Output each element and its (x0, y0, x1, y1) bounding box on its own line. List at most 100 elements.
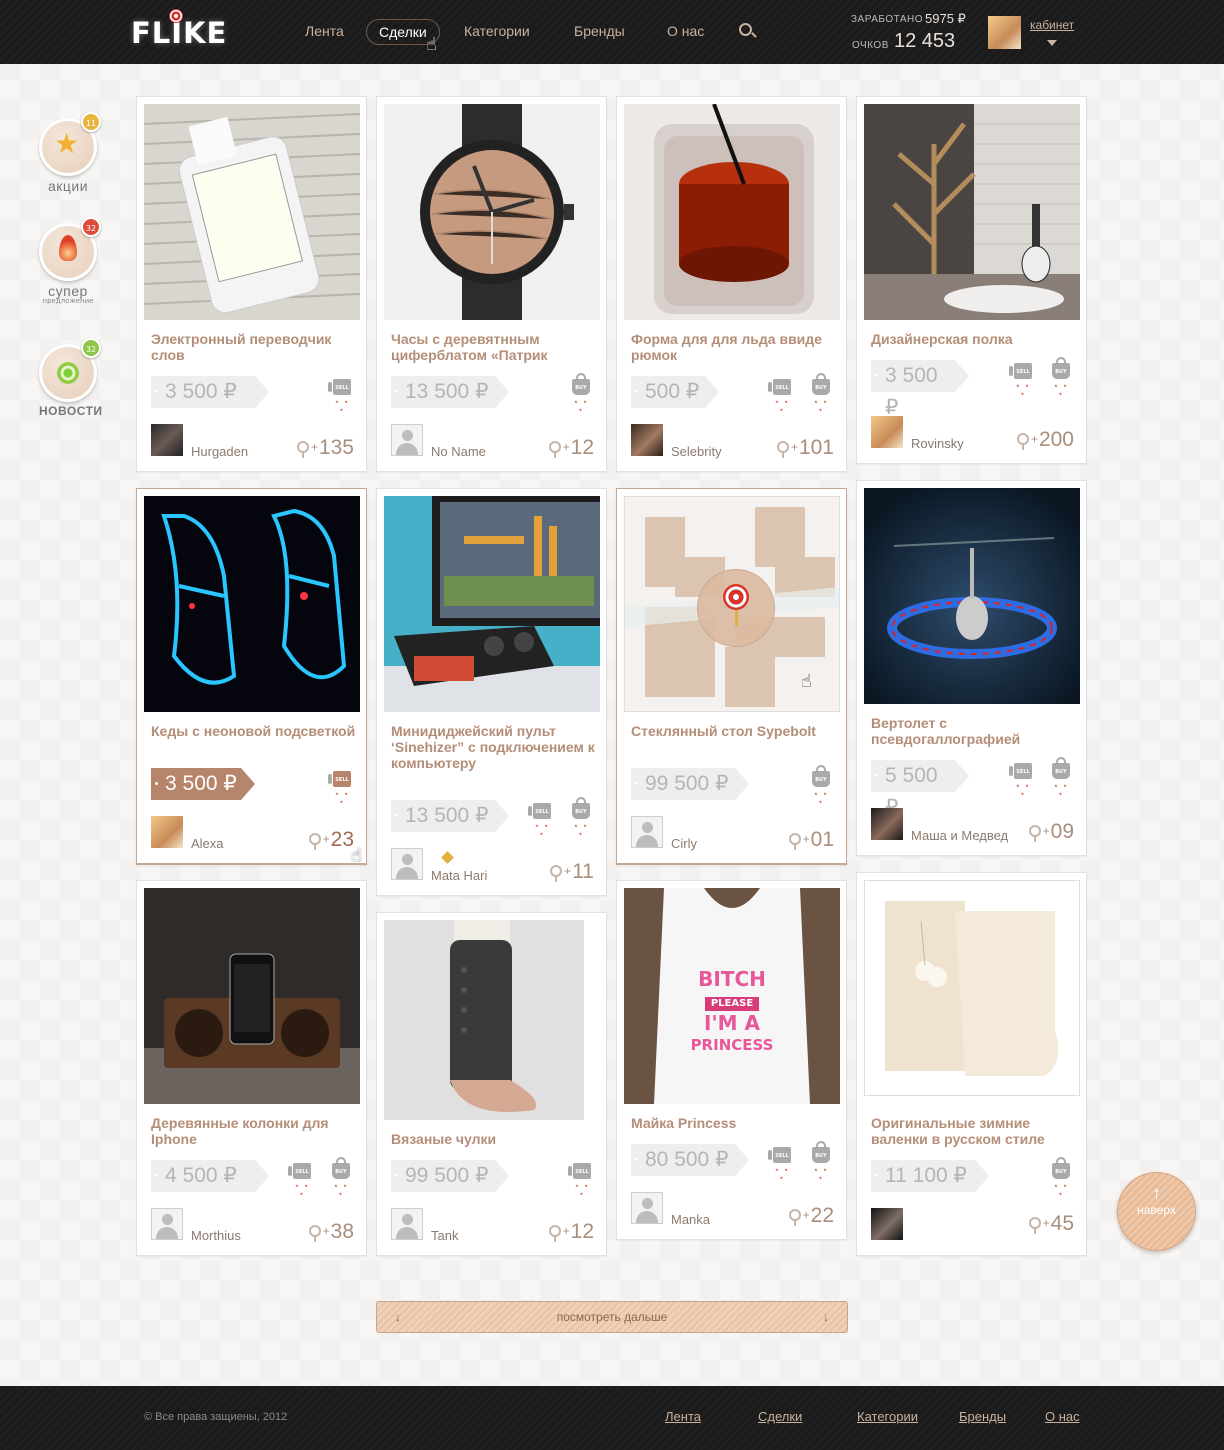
like-lollipop-button[interactable] (697, 569, 775, 647)
product-title[interactable]: Минидиджейский пульт ‘Sinehizer” с подкл… (391, 723, 601, 771)
user-avatar[interactable] (151, 1208, 183, 1240)
product-image[interactable] (864, 880, 1080, 1096)
user-name[interactable]: Manka (671, 1212, 710, 1227)
product-card[interactable]: Электронный переводчик слов 3 500 ₽ SELL… (136, 96, 367, 472)
nav-feed-link[interactable]: Лента (305, 19, 344, 43)
likes-score[interactable]: +01 (788, 828, 834, 852)
product-title[interactable]: Майка Princess (631, 1115, 841, 1131)
nav-about[interactable]: О нас (667, 19, 704, 45)
user-name[interactable]: Morthius (191, 1228, 241, 1243)
user-avatar[interactable] (988, 16, 1021, 49)
buy-icon[interactable]: BUY • • • (810, 373, 832, 415)
product-image[interactable] (624, 104, 840, 320)
buy-icon[interactable]: BUY • • • (570, 797, 592, 839)
product-image[interactable] (144, 496, 360, 712)
user-name[interactable]: Hurgaden (191, 444, 248, 459)
sidebar-item-promos[interactable]: ★ 11 акции (39, 112, 101, 194)
product-title[interactable]: Форма для для льда ввиде рюмок (631, 331, 841, 363)
sell-icon[interactable]: SELL • • • (288, 1163, 313, 1199)
user-avatar[interactable] (391, 848, 423, 880)
sidebar-item-super[interactable]: 32 супер предложение (39, 217, 101, 305)
product-title[interactable]: Деревянные колонки для Iphone (151, 1115, 361, 1147)
sell-icon[interactable]: SELL • • • (1009, 763, 1034, 799)
user-avatar[interactable] (871, 416, 903, 448)
product-title[interactable]: Кеды с неоновой подсветкой (151, 723, 361, 739)
product-card[interactable]: Деревянные колонки для Iphone 4 500 ₽ SE… (136, 880, 367, 1256)
likes-score[interactable]: +12 (548, 1220, 594, 1244)
likes-score[interactable]: +135 (296, 436, 354, 460)
user-name[interactable]: Tank (431, 1228, 458, 1243)
user-avatar[interactable] (391, 424, 423, 456)
user-name[interactable]: No Name (431, 444, 486, 459)
chevron-down-icon[interactable] (1047, 40, 1057, 46)
buy-icon[interactable]: BUY • • • (810, 765, 832, 807)
product-image[interactable]: ☝ (624, 496, 840, 712)
sell-icon[interactable]: SELL • • • (568, 1163, 593, 1199)
buy-icon[interactable]: BUY • • • (1050, 357, 1072, 399)
footer-nav-brands[interactable]: Бренды (959, 1409, 1006, 1424)
product-image[interactable]: BITCH PLEASE I'M A PRINCESS (624, 888, 840, 1104)
likes-score[interactable]: +23 (308, 828, 354, 852)
product-image[interactable] (864, 104, 1080, 320)
user-name[interactable]: Alexa (191, 836, 224, 851)
product-card[interactable]: Дизайнерская полка 3 500 ₽ SELL • • • BUY… (856, 96, 1087, 464)
nav-brands[interactable]: Бренды (574, 19, 625, 45)
user-name[interactable]: Маша и Медвед (911, 828, 1008, 843)
product-card[interactable]: BITCH PLEASE I'M A PRINCESS Майка Prince… (616, 880, 847, 1240)
buy-icon[interactable]: BUY • • • (570, 373, 592, 415)
product-card[interactable]: Минидиджейский пульт ‘Sinehizer” с подкл… (376, 488, 607, 896)
user-avatar[interactable] (151, 816, 183, 848)
buy-icon[interactable]: BUY • • • (1050, 757, 1072, 799)
likes-score[interactable]: +38 (308, 1220, 354, 1244)
product-card[interactable]: Вертолет с псевдогаллографией 5 500 ₽ SE… (856, 480, 1087, 856)
user-avatar[interactable] (631, 816, 663, 848)
nav-categories-link[interactable]: Категории (464, 19, 530, 43)
sell-icon[interactable]: SELL • • • (328, 379, 353, 415)
product-image[interactable] (864, 488, 1080, 704)
product-card[interactable]: Кеды с неоновой подсветкой 3 500 ₽ SELL •… (136, 488, 367, 866)
product-title[interactable]: Стеклянный стол Sypebolt (631, 723, 841, 739)
likes-score[interactable]: +101 (776, 436, 834, 460)
sell-icon[interactable]: SELL • • • (768, 1147, 793, 1183)
buy-icon[interactable]: BUY • • • (330, 1157, 352, 1199)
nav-feed[interactable]: Лента (305, 19, 344, 45)
footer-nav-deals[interactable]: Сделки (758, 1409, 802, 1424)
user-avatar[interactable] (631, 424, 663, 456)
product-card[interactable]: Оригинальные зимние валенки в русском ст… (856, 872, 1087, 1256)
sidebar-item-news[interactable]: 32 НОВОСТИ (39, 338, 102, 418)
load-more-button[interactable]: ↓ посмотреть дальше ↓ (376, 1301, 848, 1333)
likes-score[interactable]: +200 (1016, 428, 1074, 452)
buy-icon[interactable]: BUY • • • (810, 1141, 832, 1183)
product-title[interactable]: Вязаные чулки (391, 1131, 601, 1147)
product-title[interactable]: Оригинальные зимние валенки в русском ст… (871, 1115, 1081, 1147)
product-image[interactable] (384, 920, 584, 1120)
footer-nav-categories[interactable]: Категории (857, 1409, 918, 1424)
product-image[interactable] (384, 496, 600, 712)
likes-score[interactable]: +09 (1028, 820, 1074, 844)
user-avatar[interactable] (871, 808, 903, 840)
user-avatar[interactable] (631, 1192, 663, 1224)
sell-icon[interactable]: SELL • • • (328, 771, 353, 807)
user-avatar[interactable] (391, 1208, 423, 1240)
user-name[interactable]: Mata Hari (431, 868, 487, 883)
product-image[interactable] (144, 888, 360, 1104)
nav-brands-link[interactable]: Бренды (574, 19, 625, 43)
footer-nav-about[interactable]: О нас (1045, 1409, 1080, 1424)
sell-icon[interactable]: SELL • • • (528, 803, 553, 839)
user-avatar[interactable] (151, 424, 183, 456)
product-image[interactable] (384, 104, 600, 320)
user-name[interactable]: Cirly (671, 836, 697, 851)
likes-score[interactable]: +11 (550, 860, 594, 884)
user-avatar[interactable] (871, 1208, 903, 1240)
product-card[interactable]: ☝ Стеклянный стол Sypebolt 99 500 ₽ BUY •… (616, 488, 847, 864)
product-title[interactable]: Часы с деревятнным циферблатом «Патрик (391, 331, 601, 363)
back-to-top-button[interactable]: ↑ наверх (1117, 1172, 1196, 1251)
user-name[interactable]: Rovinsky (911, 436, 964, 451)
likes-score[interactable]: +22 (788, 1204, 834, 1228)
product-title[interactable]: Вертолет с псевдогаллографией (871, 715, 1081, 747)
buy-icon[interactable]: BUY • • • (1050, 1157, 1072, 1199)
sell-icon[interactable]: SELL • • • (768, 379, 793, 415)
likes-score[interactable]: +12 (548, 436, 594, 460)
likes-score[interactable]: +45 (1028, 1212, 1074, 1236)
nav-about-link[interactable]: О нас (667, 19, 704, 43)
